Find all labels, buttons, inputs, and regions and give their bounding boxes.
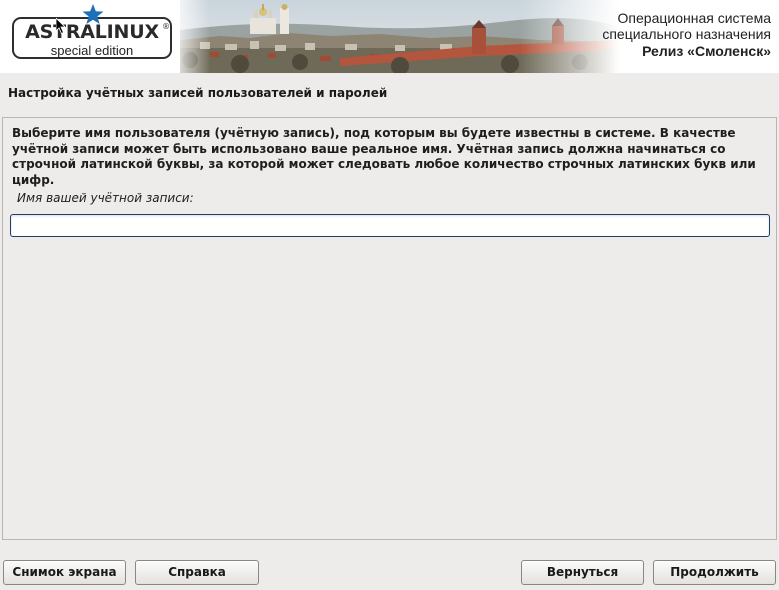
logo-edition-text: special edition (50, 43, 134, 58)
screenshot-button[interactable]: Снимок экрана (3, 560, 126, 585)
username-field-label: Имя вашей учётной записи: (17, 191, 194, 205)
os-name-line1: Операционная система (617, 10, 771, 26)
logo-registered-mark: ® (162, 22, 170, 31)
back-button[interactable]: Вернуться (521, 560, 644, 585)
instructions-text: Выберите имя пользователя (учётную запис… (12, 126, 756, 187)
continue-button[interactable]: Продолжить (653, 560, 776, 585)
installer-banner: ASTRALINUX ® special edition Операционна… (0, 0, 779, 73)
username-input[interactable] (10, 214, 770, 237)
os-name-line2: специального назначения (602, 26, 771, 42)
page-title: Настройка учётных записей пользователей … (8, 86, 388, 100)
os-release: Релиз «Смоленск» (642, 43, 771, 59)
mouse-pointer-icon (56, 18, 66, 34)
banner-fade-left (170, 0, 210, 73)
content-panel: Выберите имя пользователя (учётную запис… (2, 117, 777, 540)
help-button[interactable]: Справка (135, 560, 259, 585)
star-icon (82, 4, 104, 24)
